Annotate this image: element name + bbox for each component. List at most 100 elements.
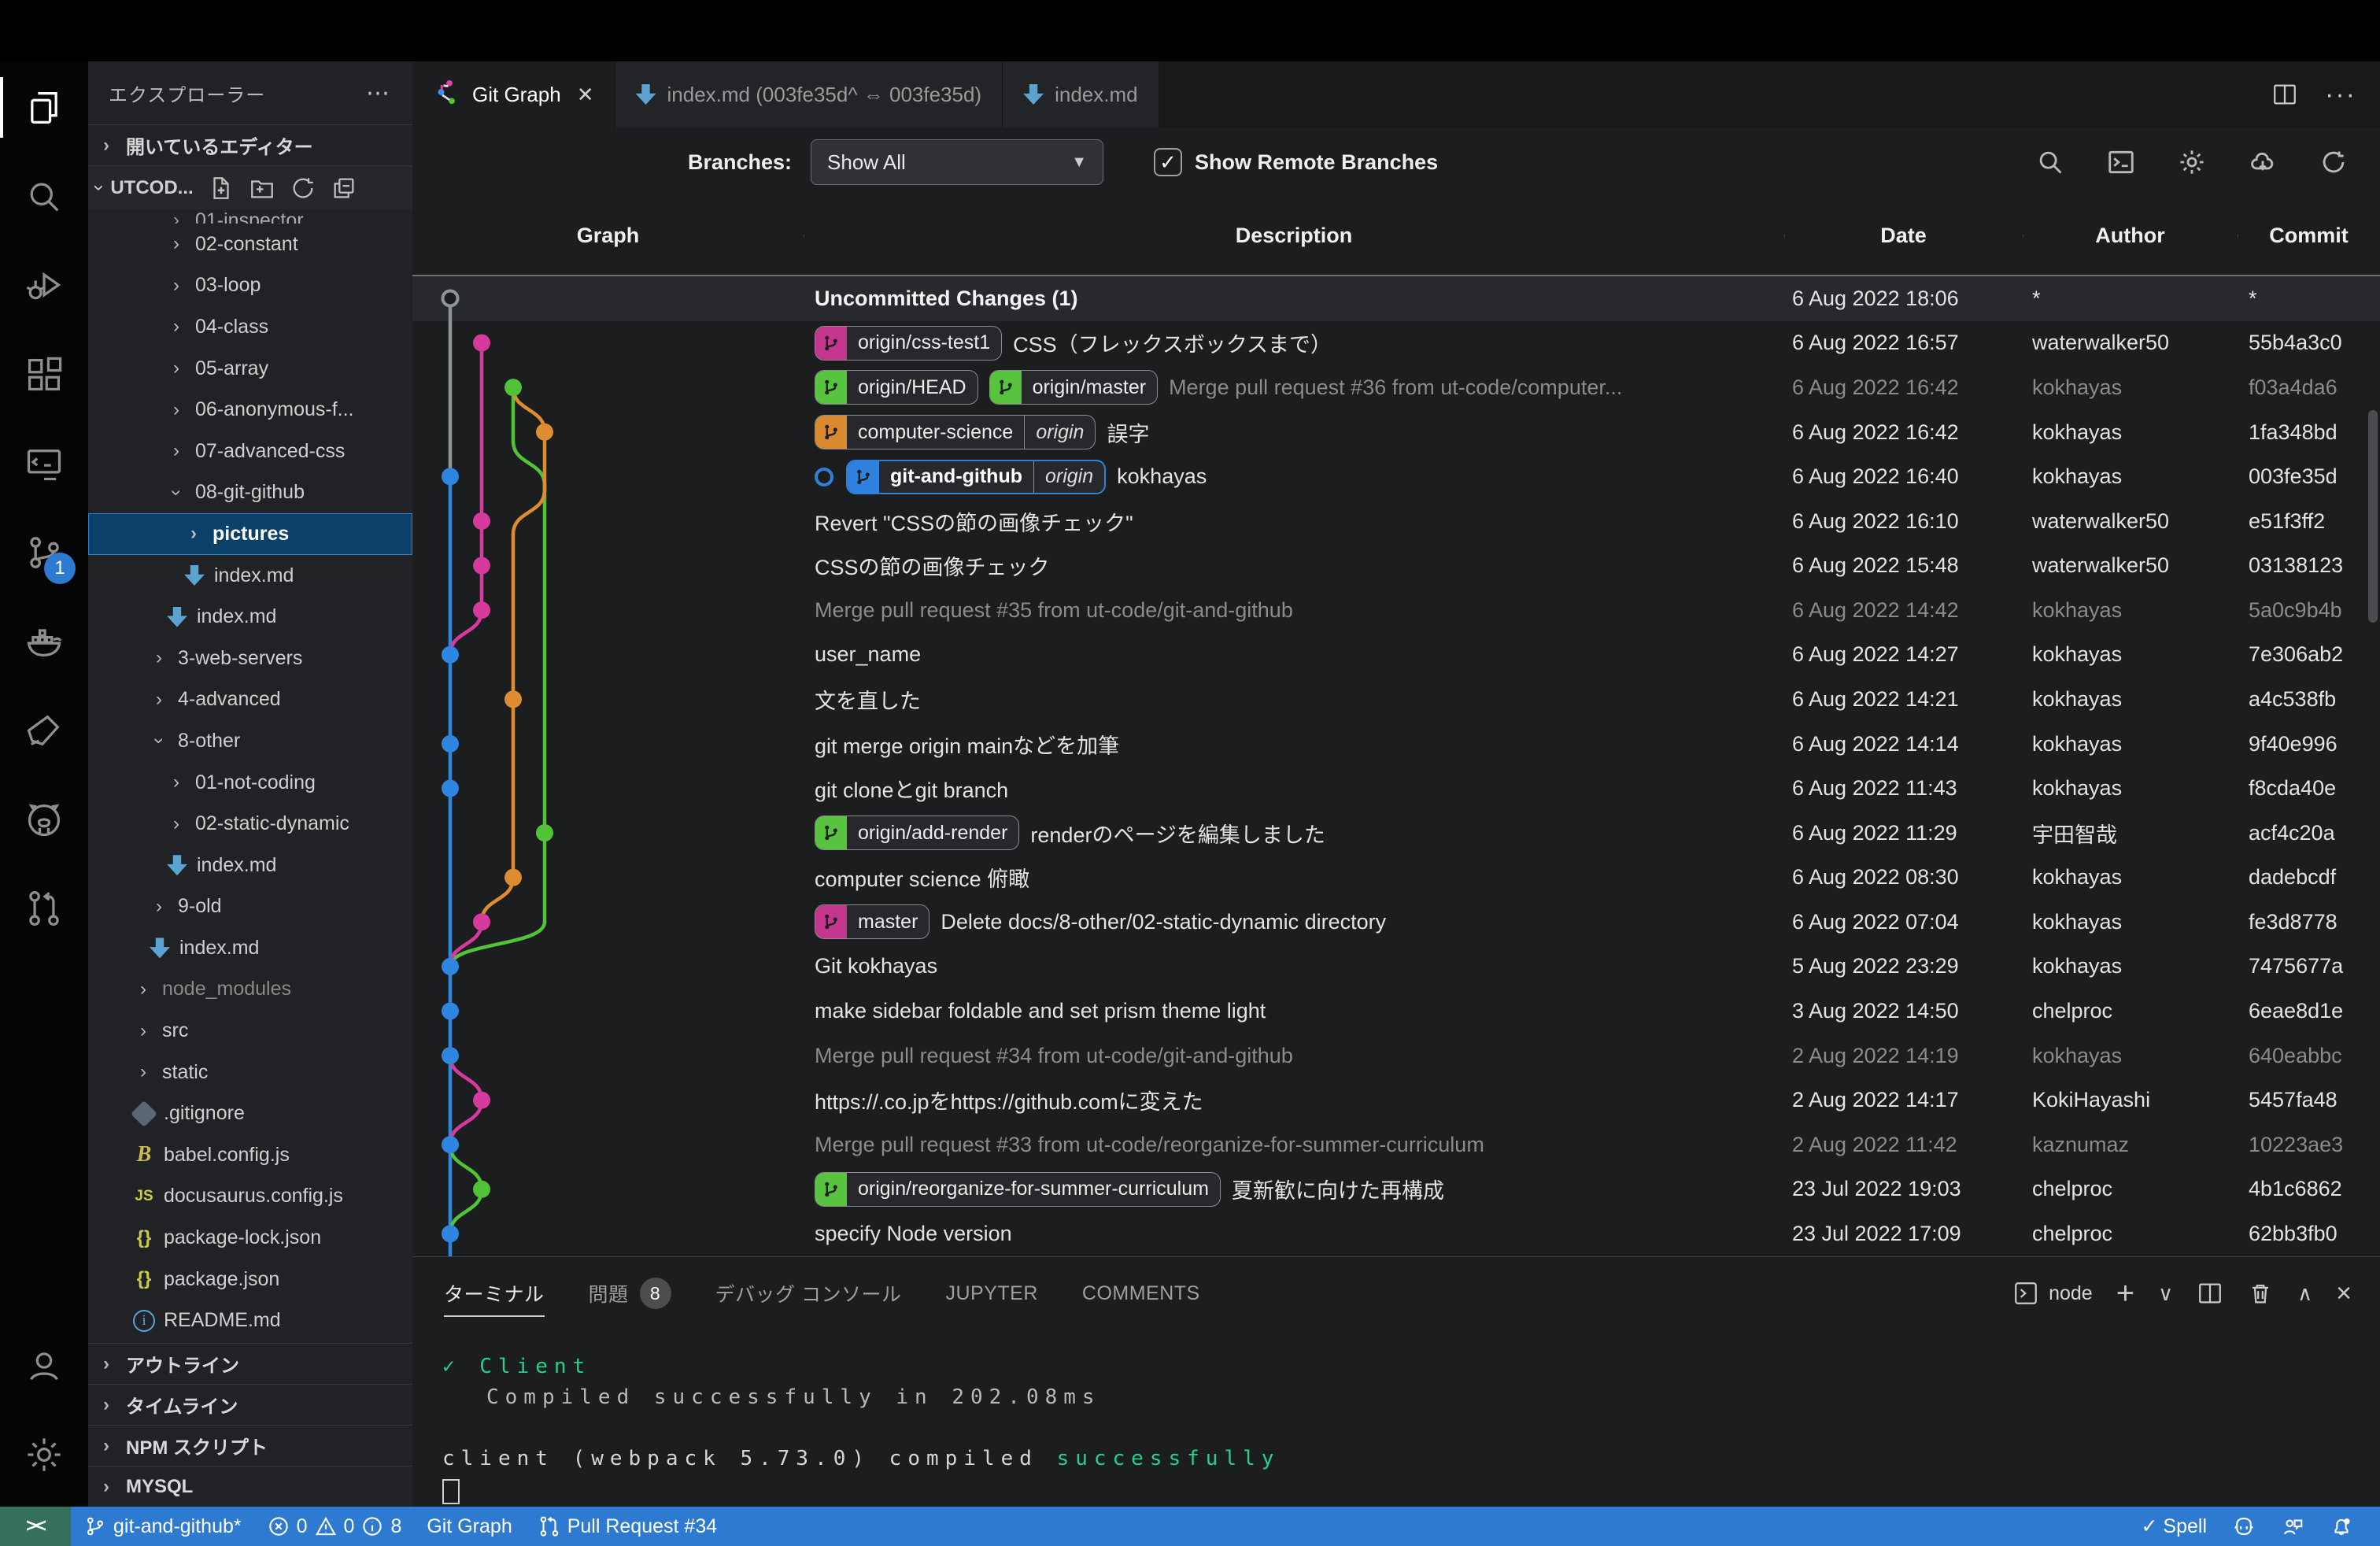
problems-status-item[interactable]: 0 0 8 — [254, 1515, 415, 1538]
tree-item-01-not-coding[interactable]: ›01-not-coding — [88, 762, 412, 804]
branches-dropdown[interactable]: Show All ▼ — [811, 139, 1103, 185]
tree-item-02-static-dynamic[interactable]: ›02-static-dynamic — [88, 803, 412, 845]
tree-item-babel-config-js[interactable]: Bbabel.config.js — [88, 1134, 412, 1176]
tree-item--gitignore[interactable]: .gitignore — [88, 1093, 412, 1134]
collapse-all-icon[interactable] — [331, 175, 357, 202]
commit-dot[interactable] — [473, 1181, 490, 1198]
commit-dot[interactable] — [443, 291, 458, 306]
account-icon[interactable] — [0, 1321, 88, 1410]
branch-badge-origin/css-test1[interactable]: origin/css-test1 — [815, 326, 1002, 361]
commit-dot[interactable] — [442, 1225, 459, 1242]
commit-dot[interactable] — [442, 1136, 459, 1153]
scrollbar-thumb[interactable] — [2368, 410, 2378, 623]
commit-dot[interactable] — [442, 735, 459, 753]
sidebar-section-アウトライン[interactable]: ›アウトライン — [88, 1343, 412, 1384]
tree-item-01-inspector[interactable]: ›01-inspector — [88, 209, 412, 224]
split-editor-icon[interactable] — [2271, 81, 2298, 108]
close-panel-icon[interactable]: × — [2336, 1278, 2352, 1309]
tree-item-3-web-servers[interactable]: ›3-web-servers — [88, 638, 412, 679]
remote-explorer-activity-icon[interactable] — [0, 419, 88, 508]
open-editors-section[interactable]: › 開いているエディター — [88, 124, 412, 165]
pull-request-status-item[interactable]: Pull Request #34 — [525, 1515, 730, 1538]
live-share-activity-icon[interactable] — [0, 686, 88, 775]
commit-dot[interactable] — [442, 958, 459, 975]
sidebar-section-MYSQL[interactable]: ›MYSQL — [88, 1466, 412, 1507]
commit-dot[interactable] — [473, 913, 490, 930]
spell-checker-status-item[interactable]: ✓ Spell — [2129, 1515, 2219, 1538]
run-debug-activity-icon[interactable] — [0, 241, 88, 330]
branch-badge-origin/master[interactable]: origin/master — [989, 370, 1159, 405]
commit-dot[interactable] — [473, 335, 490, 352]
commit-dot[interactable] — [473, 601, 490, 619]
editor-tab-inactive[interactable]: index.md — [1003, 61, 1159, 128]
source-control-activity-icon[interactable]: 1 — [0, 508, 88, 597]
tree-item-8-other[interactable]: ›8-other — [88, 720, 412, 762]
tree-item-index-md[interactable]: index.md — [88, 596, 412, 638]
tree-item-08-git-github[interactable]: ›08-git-github — [88, 472, 412, 514]
tree-item-index-md[interactable]: index.md — [88, 845, 412, 886]
new-folder-icon[interactable] — [249, 175, 275, 202]
feedback-icon[interactable] — [2268, 1515, 2317, 1538]
column-header-author[interactable]: Author — [2023, 224, 2238, 248]
commit-dot[interactable] — [473, 557, 490, 575]
sidebar-section-タイムライン[interactable]: ›タイムライン — [88, 1384, 412, 1425]
branch-badge-origin/reorganize-for-summer-curriculum[interactable]: origin/reorganize-for-summer-curriculum — [815, 1172, 1221, 1207]
terminal-tab-問題[interactable]: 問題8 — [589, 1257, 671, 1330]
tree-item-9-old[interactable]: ›9-old — [88, 886, 412, 928]
tree-item-src[interactable]: ›src — [88, 1010, 412, 1052]
terminal-output[interactable]: ✓ ClientCompiled successfully in 202.08m… — [412, 1330, 2380, 1507]
pull-requests-activity-icon[interactable] — [0, 864, 88, 952]
cloud-download-icon[interactable] — [2248, 147, 2278, 177]
search-activity-icon[interactable] — [0, 152, 88, 241]
terminal-tab-COMMENTS[interactable]: COMMENTS — [1082, 1257, 1200, 1330]
column-header-description[interactable]: Description — [804, 224, 1784, 248]
commit-dot[interactable] — [442, 1002, 459, 1019]
editor-tab-inactive[interactable]: index.md (003fe35d^ ⇔ 003fe35d) — [615, 61, 1003, 128]
split-terminal-icon[interactable] — [2197, 1280, 2223, 1307]
branch-badge-git-and-github[interactable]: git-and-githuborigin — [846, 460, 1106, 494]
workspace-section-header[interactable]: › UTCOD... — [88, 165, 412, 209]
extensions-activity-icon[interactable] — [0, 330, 88, 419]
editor-tab-active[interactable]: Git Graph✕ — [412, 61, 615, 128]
commit-dot[interactable] — [504, 869, 522, 886]
docker-activity-icon[interactable] — [0, 597, 88, 686]
tree-item-index-md[interactable]: index.md — [88, 927, 412, 969]
column-header-date[interactable]: Date — [1784, 224, 2023, 248]
commit-dot[interactable] — [473, 512, 490, 530]
terminal-tab-JUPYTER[interactable]: JUPYTER — [945, 1257, 1037, 1330]
git-graph-status-item[interactable]: Git Graph — [414, 1515, 524, 1538]
commit-dot[interactable] — [536, 423, 553, 441]
commit-dot[interactable] — [536, 824, 553, 841]
editor-more-actions-icon[interactable]: ··· — [2325, 80, 2356, 110]
commit-dot[interactable] — [442, 1047, 459, 1064]
tree-item-node-modules[interactable]: ›node_modules — [88, 969, 412, 1011]
branch-status-item[interactable]: git-and-github* — [71, 1515, 254, 1538]
tree-item-readme-md[interactable]: iREADME.md — [88, 1300, 412, 1341]
tree-item-07-advanced-css[interactable]: ›07-advanced-css — [88, 431, 412, 472]
tree-item-static[interactable]: ›static — [88, 1052, 412, 1093]
trash-icon[interactable] — [2247, 1280, 2274, 1307]
tree-item-index-md[interactable]: index.md — [88, 555, 412, 597]
copilot-status-icon[interactable] — [2219, 1515, 2268, 1538]
new-file-icon[interactable] — [208, 175, 235, 202]
explorer-activity-icon[interactable] — [0, 63, 88, 152]
tree-item-04-class[interactable]: ›04-class — [88, 306, 412, 348]
new-terminal-icon[interactable]: + — [2116, 1276, 2134, 1311]
close-icon[interactable]: ✕ — [577, 83, 594, 107]
search-icon[interactable] — [2035, 147, 2065, 177]
tree-item-06-anonymous-f-[interactable]: ›06-anonymous-f... — [88, 389, 412, 431]
gear-icon[interactable] — [2177, 147, 2207, 177]
tree-item-pictures[interactable]: ›pictures — [88, 513, 412, 555]
commit-dot[interactable] — [442, 779, 459, 797]
commit-dot[interactable] — [442, 468, 459, 485]
terminal-tab-ターミナル[interactable]: ターミナル — [444, 1257, 545, 1330]
notifications-bell-icon[interactable] — [2317, 1515, 2366, 1538]
show-remote-branches-checkbox[interactable]: ✓ Show Remote Branches — [1154, 148, 1438, 176]
explorer-menu-icon[interactable]: ⋯ — [366, 80, 392, 107]
maximize-panel-icon[interactable]: ∧ — [2297, 1282, 2312, 1306]
tree-item-docusaurus-config-js[interactable]: JSdocusaurus.config.js — [88, 1176, 412, 1218]
terminal-icon[interactable] — [2106, 147, 2136, 177]
refresh-icon[interactable] — [2319, 147, 2349, 177]
branch-badge-computer-science[interactable]: computer-scienceorigin — [815, 415, 1096, 449]
tree-item-4-advanced[interactable]: ›4-advanced — [88, 679, 412, 721]
